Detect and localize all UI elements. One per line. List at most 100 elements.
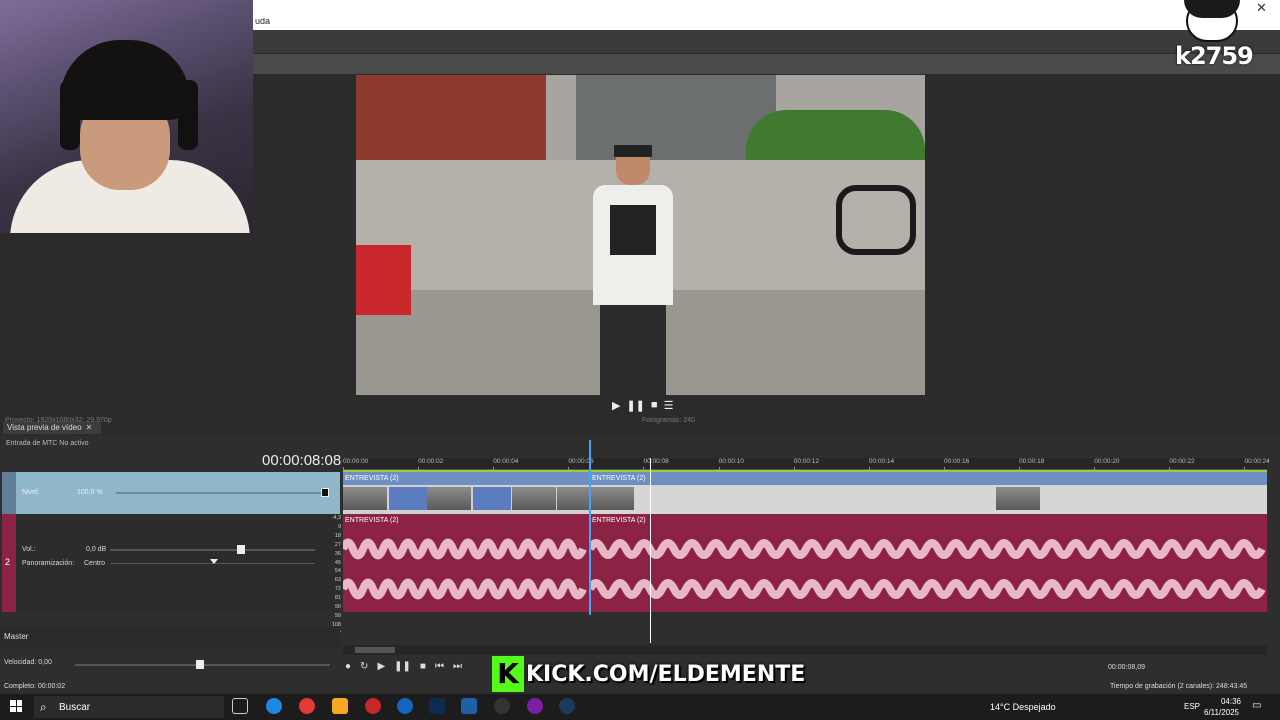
weather[interactable]: 14°C Despejado [990, 702, 1056, 712]
app-icon[interactable] [527, 698, 543, 714]
main-toolbar [253, 30, 1280, 54]
level-slider[interactable] [116, 492, 326, 494]
frames-info: Fotogramas: 240 [642, 417, 695, 424]
menu-icon[interactable]: ☰ [664, 399, 674, 413]
level-label: Nivel: [22, 489, 40, 496]
volume-value: 0,0 dB [86, 546, 107, 553]
secondary-toolbar [253, 54, 1280, 74]
streamer-name: k2759 [1175, 42, 1254, 70]
clip-gap [389, 487, 427, 510]
edit-cursor[interactable] [589, 440, 591, 615]
pan-slider-thumb[interactable] [210, 559, 218, 564]
close-icon[interactable]: ✕ [1256, 0, 1272, 16]
edge-icon[interactable] [266, 698, 282, 714]
ruler-tick-label: 00:00:00 [343, 458, 369, 465]
chrome-icon[interactable] [299, 698, 315, 714]
db-scale-label: 90 [334, 604, 341, 611]
db-scale-label: -4,3 [331, 515, 341, 521]
pan-value: Centro [84, 560, 106, 567]
prev-icon[interactable]: ⏮ [435, 661, 444, 672]
notification-icon[interactable]: ▭ [1252, 700, 1261, 711]
loop-icon[interactable]: ↻ [360, 661, 368, 672]
ruler-tick-label: 00:00:10 [718, 458, 744, 465]
preview-transport: ▶ ❚❚ ■ ☰ [612, 399, 673, 413]
pause-icon[interactable]: ❚❚ [626, 399, 644, 413]
status-record-time: Tiempo de grabación (2 canales): 248:43:… [1110, 683, 1248, 690]
horizontal-scrollbar[interactable] [343, 645, 1267, 655]
clock-time[interactable]: 04:36 [1213, 697, 1249, 706]
mtc-status: Entrada de MTC No activo [6, 440, 89, 447]
play-icon[interactable]: ▶ [612, 399, 620, 413]
db-scale-label: 63 [334, 577, 341, 584]
clip-thumbnail [557, 487, 589, 510]
volume-slider-thumb[interactable] [237, 545, 245, 554]
clip-thumbnail [512, 487, 556, 510]
app-icon[interactable] [365, 698, 381, 714]
waveform-left [590, 539, 1266, 559]
db-scale-label: 54 [334, 568, 341, 575]
timeline-transport: ● ↻ ▶ ❚❚ ■ ⏮ ⏭ [345, 661, 462, 672]
ruler-tick-label: 00:00:22 [1169, 458, 1195, 465]
vegas-icon[interactable] [461, 698, 477, 714]
folder-icon[interactable] [332, 698, 348, 714]
audio-clip[interactable]: ENTREVISTA (2) [590, 514, 1267, 612]
video-clip[interactable]: ENTREVISTA (2) [590, 472, 1267, 514]
waveform-left [343, 538, 587, 560]
search-icon: ⌕ [40, 700, 47, 714]
ruler-tick-label: 00:00:20 [1094, 458, 1120, 465]
audio-clip[interactable]: ENTREVISTA (2) [343, 514, 589, 612]
search-placeholder[interactable]: Buscar [59, 702, 90, 713]
clip-label: ENTREVISTA (2) [343, 472, 589, 485]
db-scale-label: 81 [334, 595, 341, 602]
pause-icon[interactable]: ❚❚ [394, 661, 411, 672]
app-icon[interactable] [397, 698, 413, 714]
track-number: 2 [5, 557, 11, 567]
stop-icon[interactable]: ■ [651, 399, 658, 413]
video-clip[interactable]: ENTREVISTA (2) [343, 472, 589, 514]
next-icon[interactable]: ⏭ [453, 661, 462, 672]
timecode-display: 00:00:08:08 [262, 452, 342, 469]
speed-label: Velocidad: 0,00 [4, 659, 52, 666]
db-scale-label: 45 [334, 559, 341, 566]
ruler-tick-label: 00:00:02 [418, 458, 444, 465]
menu-fragment[interactable]: uda [255, 16, 270, 26]
windows-start-icon[interactable] [10, 700, 22, 712]
db-scale-label: 27 [334, 541, 341, 548]
clock-date[interactable]: 6/11/2025 [1204, 708, 1239, 717]
stop-icon[interactable]: ■ [420, 661, 426, 672]
time-ruler[interactable]: 00:00:00 00:00:02 00:00:04 00:00:06 00:00:08… [343, 458, 1270, 471]
ruler-tick-label: 00:00:12 [793, 458, 820, 465]
steam-icon[interactable] [559, 698, 575, 714]
level-value: 100,0 % [77, 489, 103, 496]
scrollbar-thumb[interactable] [355, 647, 395, 653]
volume-slider[interactable] [110, 549, 315, 551]
db-scale-label: 18 [334, 532, 341, 539]
app-icon[interactable] [494, 698, 510, 714]
record-icon[interactable]: ● [345, 661, 351, 672]
video-track-handle[interactable] [2, 472, 16, 514]
db-scale-label: 72 [334, 586, 341, 593]
level-slider-thumb[interactable] [321, 488, 329, 497]
close-tab-icon[interactable]: ✕ [86, 423, 93, 432]
ruler-tick-label: 00:00:16 [943, 458, 970, 465]
db-scale-label: 9 [337, 523, 341, 530]
play-icon[interactable]: ▶ [377, 661, 385, 672]
ruler-tick-label: 00:00:18 [1019, 458, 1045, 465]
language-indicator[interactable]: ESP [1184, 702, 1200, 711]
playhead[interactable] [650, 458, 651, 643]
pan-label: Panoramización: [22, 560, 75, 567]
status-complete: Completo: 00:00:02 [4, 683, 66, 690]
clip-thumbnail [427, 487, 471, 510]
clip-thumbnail [996, 487, 1040, 510]
photoshop-icon[interactable] [429, 698, 445, 714]
clip-label: ENTREVISTA (2) [345, 517, 399, 524]
db-meter-scale: -4,3918273645546372819099108117 [325, 514, 341, 637]
task-view-icon[interactable] [232, 698, 248, 714]
ruler-tick-label: 00:00:04 [493, 458, 519, 465]
clip-thumbnail [590, 487, 634, 510]
db-scale-label: 36 [334, 550, 341, 557]
tab-video-preview[interactable]: Vista previa de vídeo ✕ [3, 422, 101, 434]
clip-thumbnail [343, 487, 387, 510]
speed-slider-thumb[interactable] [196, 660, 204, 669]
clip-label: ENTREVISTA (2) [592, 517, 646, 524]
